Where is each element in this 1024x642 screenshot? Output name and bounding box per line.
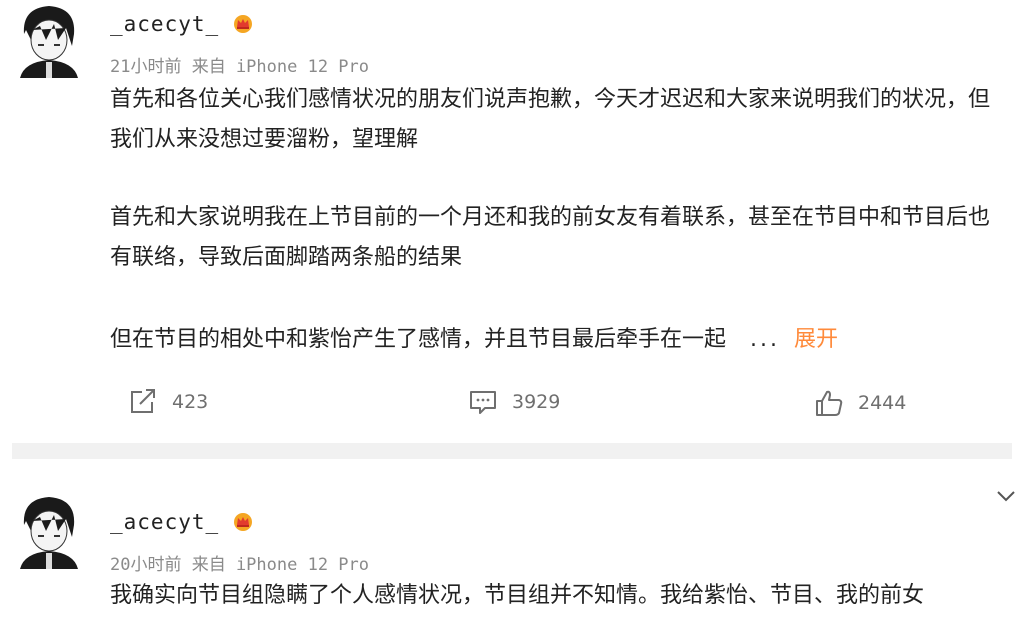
comment-button[interactable]: 3929: [468, 388, 560, 416]
vip-crown-badge-icon: [233, 14, 253, 34]
post-actions: 423 3929 2444: [0, 388, 1024, 428]
comment-count: 3929: [512, 391, 561, 413]
like-button[interactable]: 2444: [814, 388, 906, 418]
thumbs-up-icon: [816, 390, 843, 416]
username[interactable]: _acecyt_: [110, 12, 219, 36]
post-card: _acecyt_ 21小时前 来自 iPhone 12 Pro 首先和各位关心我…: [0, 0, 1024, 443]
post-paragraph: 首先和大家说明我在上节目前的一个月还和我的前女友有着联系，甚至在节目中和节目后也…: [110, 205, 991, 270]
post-paragraph: 我确实向节目组隐瞒了个人感情状况，节目组并不知情。我给紫怡、节目、我的前女: [110, 583, 925, 608]
chevron-down-icon[interactable]: [996, 489, 1016, 503]
share-button[interactable]: 423: [128, 388, 208, 416]
comment-icon: [470, 391, 496, 414]
post-meta: 20小时前 来自 iPhone 12 Pro: [110, 555, 369, 575]
share-icon: [131, 389, 155, 413]
post-paragraph-text: 但在节目的相处中和紫怡产生了感情，并且节目最后牵手在一起: [110, 327, 727, 352]
vip-crown-badge-icon: [233, 512, 253, 532]
post-card: _acecyt_ 20小时前 来自 iPhone 12 Pro 我确实向节目组隐…: [0, 459, 1024, 642]
username[interactable]: _acecyt_: [110, 510, 219, 534]
expand-link[interactable]: 展开: [794, 327, 838, 352]
share-count: 423: [172, 391, 209, 413]
like-count: 2444: [858, 392, 907, 414]
avatar-anime-boy-icon: [14, 0, 84, 78]
post-paragraph-truncated: 但在节目的相处中和紫怡产生了感情，并且节目最后牵手在一起... 展开: [110, 320, 1010, 360]
ellipsis: ...: [750, 327, 780, 352]
post-paragraph: 首先和各位关心我们感情状况的朋友们说声抱歉，今天才迟迟和大家来说明我们的状况，但…: [110, 87, 991, 152]
avatar-anime-boy-icon: [14, 491, 84, 569]
post-meta: 21小时前 来自 iPhone 12 Pro: [110, 57, 369, 77]
weibo-feed: _acecyt_ 21小时前 来自 iPhone 12 Pro 首先和各位关心我…: [0, 0, 1024, 642]
post-divider: [12, 443, 1012, 459]
avatar[interactable]: [14, 0, 84, 78]
avatar[interactable]: [14, 491, 84, 569]
